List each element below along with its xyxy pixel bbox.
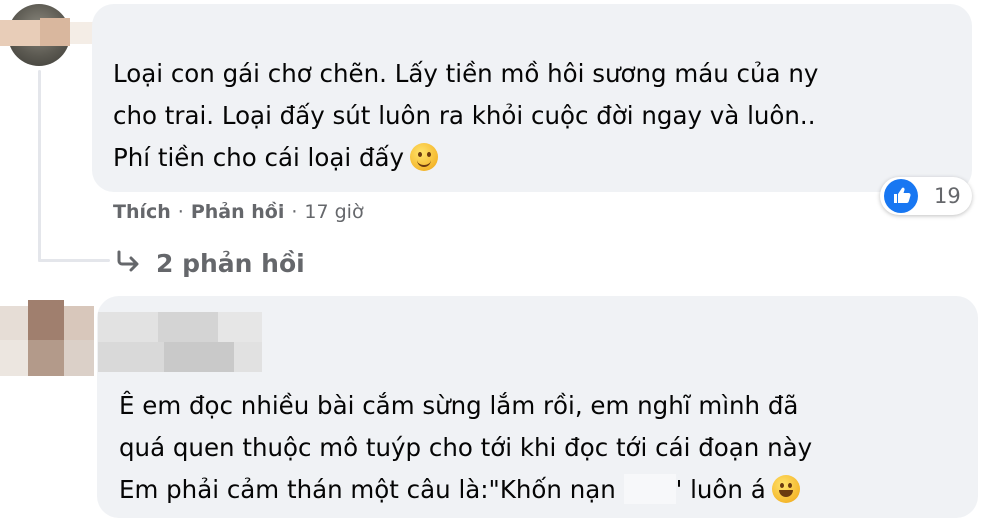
thread-line (38, 70, 41, 262)
reply-link[interactable]: Phản hồi (191, 201, 285, 223)
comment-1-line-3: Phí tiền cho cái loại đấy (113, 137, 818, 179)
comment-actions-1: Thích · Phản hồi · 17 giờ (113, 201, 364, 223)
grinning-emoji-icon (771, 475, 800, 503)
thread-line-connector (38, 259, 110, 262)
reaction-count: 19 (934, 184, 961, 208)
comment-1-line-2: cho trai. Loại đấy sút luôn ra khỏi cuộc… (113, 101, 816, 130)
separator-dot: · (291, 201, 298, 223)
comment-2-line-3: Em phải cảm thán một câu là:"Khốn nạn ' … (119, 469, 812, 511)
comment-text-2: Ê em đọc nhiều bài cắm sừng lắm rồi, em … (119, 385, 812, 511)
separator-dot: · (177, 201, 184, 223)
reply-arrow-icon (116, 249, 142, 278)
like-link[interactable]: Thích (113, 201, 171, 223)
reaction-summary[interactable]: 19 (880, 177, 972, 215)
timestamp[interactable]: 17 giờ (304, 201, 363, 223)
smirk-emoji-icon (410, 143, 439, 171)
replies-label: 2 phản hồi (156, 249, 305, 278)
comment-1-line-1: Loại con gái chơ chẽn. Lấy tiền mồ hôi s… (113, 59, 819, 88)
redacted-word (623, 474, 676, 504)
like-icon (884, 179, 918, 213)
comment-2-line-2: quá quen thuộc mô tuýp cho tới khi đọc t… (119, 433, 813, 462)
comment-text-1: Loại con gái chơ chẽn. Lấy tiền mồ hôi s… (113, 53, 818, 179)
comment-2-line-1: Ê em đọc nhiều bài cắm sừng lắm rồi, em … (119, 391, 799, 420)
view-replies-link[interactable]: 2 phản hồi (116, 249, 305, 278)
